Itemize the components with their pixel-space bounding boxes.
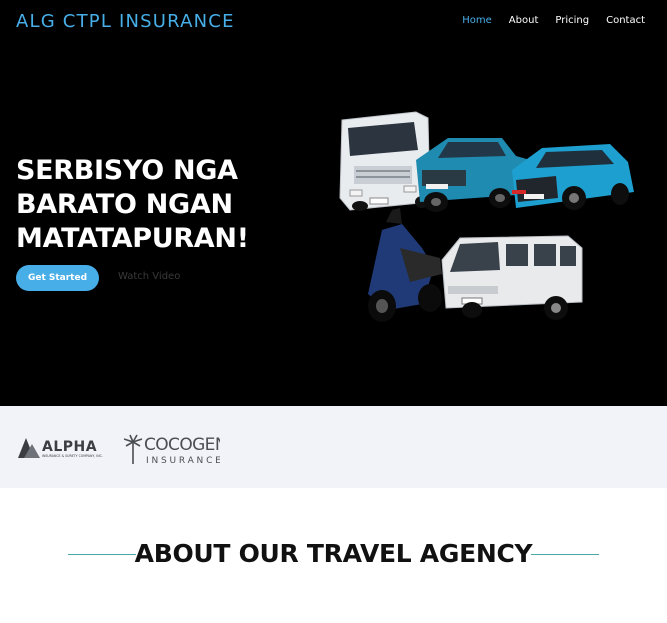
alpha-logo-name: ALPHA [42,439,97,455]
scooter-image [368,208,442,322]
nav-contact[interactable]: Contact [606,15,645,26]
hero-section: ALG CTPL INSURANCE Home About Pricing Co… [0,0,667,406]
cocogen-insurance-logo: COCOGEN INSURANCE [124,434,220,466]
about-section: ABOUT OUR TRAVEL AGENCY [0,488,667,623]
watch-video-link[interactable]: Watch Video [118,271,180,282]
nav-pricing[interactable]: Pricing [555,15,589,26]
nav-about[interactable]: About [509,15,539,26]
hero-headline: SERBISYO NGA BARATO NGAN MATATAPURAN! [16,154,346,256]
title-divider-right [531,554,599,555]
cocogen-logo-sub: INSURANCE [146,456,220,466]
site-brand[interactable]: ALG CTPL INSURANCE [16,11,235,32]
alpha-logo-sub: INSURANCE & SURETY COMPANY, INC. [42,454,103,458]
main-nav: Home About Pricing Contact [462,15,645,26]
headline-line-1: SERBISYO NGA [16,155,238,186]
cocogen-logo-name: COCOGEN [144,435,220,455]
headline-line-3: MATATAPURAN! [16,223,249,254]
van-image [441,235,583,320]
suv-image [512,144,634,210]
nav-home[interactable]: Home [462,15,492,26]
headline-line-2: BARATO NGAN [16,189,233,220]
get-started-button[interactable]: Get Started [16,265,99,291]
vehicles-illustration [339,111,634,322]
partners-strip: ALPHA INSURANCE & SURETY COMPANY, INC. C… [0,406,667,488]
alpha-insurance-logo: ALPHA INSURANCE & SURETY COMPANY, INC. [18,438,103,458]
